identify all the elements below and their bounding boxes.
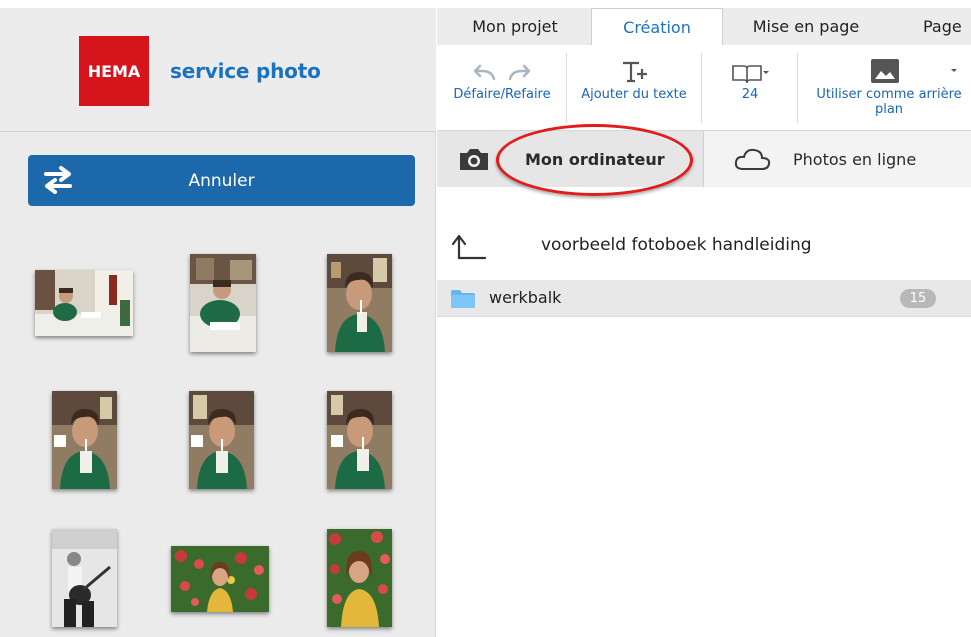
source-tab-computer[interactable]: Mon ordinateur bbox=[437, 131, 704, 187]
photo-man-drinking-icon bbox=[52, 391, 117, 489]
hema-logo: HEMA bbox=[79, 36, 149, 106]
photo-man-drinking-icon bbox=[189, 391, 254, 489]
add-text-label: Ajouter du texte bbox=[581, 87, 687, 102]
back-up-arrow-icon[interactable] bbox=[451, 232, 487, 260]
photo-woman-flowers-icon bbox=[327, 529, 392, 627]
photo-thumbnail-9[interactable] bbox=[327, 529, 392, 627]
photo-woman-flowers-icon bbox=[171, 546, 269, 612]
source-computer-label: Mon ordinateur bbox=[525, 149, 665, 169]
undo-redo-tool[interactable]: Défaire/Refaire bbox=[443, 45, 561, 131]
photo-thumbnail-2[interactable] bbox=[190, 254, 256, 352]
undo-redo-icon bbox=[473, 64, 531, 81]
source-tab-online[interactable]: Photos en ligne bbox=[707, 131, 971, 187]
folder-path-row: voorbeeld fotoboek handleiding bbox=[437, 210, 971, 278]
camera-icon bbox=[460, 149, 488, 170]
use-as-background-tool[interactable]: Utiliser comme arrière plan bbox=[797, 45, 971, 131]
tab-creation[interactable]: Création bbox=[591, 8, 723, 45]
brand-header: HEMA service photo bbox=[0, 8, 436, 132]
photo-man-reading-icon bbox=[190, 254, 256, 352]
top-cropped-text bbox=[0, 0, 971, 8]
left-panel: HEMA service photo Annuler bbox=[0, 8, 436, 637]
background-label: Utiliser comme arrière plan bbox=[816, 87, 962, 117]
photo-thumbnail-4[interactable] bbox=[52, 391, 117, 489]
folder-name: werkbalk bbox=[489, 288, 562, 307]
photo-thumbnail-3[interactable] bbox=[327, 254, 392, 352]
photo-guitar-bw-icon bbox=[52, 529, 117, 627]
cloud-icon bbox=[734, 148, 771, 170]
cancel-button[interactable]: Annuler bbox=[28, 155, 415, 206]
current-folder-name: voorbeeld fotoboek handleiding bbox=[541, 235, 812, 255]
tab-page[interactable]: Page bbox=[923, 8, 971, 45]
folder-row[interactable]: werkbalk 15 bbox=[437, 280, 971, 317]
photo-thumbnail-7[interactable] bbox=[52, 529, 117, 627]
swap-arrows-icon bbox=[44, 166, 72, 194]
photo-thumbnail-5[interactable] bbox=[189, 391, 254, 489]
photo-man-drinking-icon bbox=[327, 391, 392, 489]
photo-thumbnail-1[interactable] bbox=[35, 270, 133, 336]
toolbar: Défaire/Refaire Ajouter du texte 24 Util… bbox=[437, 45, 971, 131]
undo-redo-label: Défaire/Refaire bbox=[453, 87, 551, 102]
add-text-tool[interactable]: Ajouter du texte bbox=[570, 45, 698, 131]
folder-icon bbox=[451, 290, 475, 308]
pages-count-label: 24 bbox=[741, 87, 759, 102]
photo-thumbnail-8[interactable] bbox=[171, 546, 269, 612]
photo-thumbnail-6[interactable] bbox=[327, 391, 392, 489]
tab-mise-en-page[interactable]: Mise en page bbox=[737, 8, 875, 45]
cancel-label: Annuler bbox=[188, 170, 255, 191]
brand-name: service photo bbox=[170, 59, 321, 83]
add-text-icon bbox=[623, 61, 647, 83]
app-window: HEMA service photo Annuler Mon projet Cr… bbox=[0, 0, 971, 637]
main-tabs: Mon projet Création Mise en page Page bbox=[437, 8, 971, 45]
folder-count-badge: 15 bbox=[900, 289, 936, 308]
photo-man-table-icon bbox=[35, 270, 133, 336]
tab-mon-projet[interactable]: Mon projet bbox=[455, 8, 575, 45]
pages-tool[interactable]: 24 bbox=[705, 45, 795, 131]
toolbar-divider bbox=[566, 53, 567, 123]
toolbar-divider bbox=[701, 53, 702, 123]
source-online-label: Photos en ligne bbox=[793, 149, 917, 169]
photo-man-drinking-icon bbox=[327, 254, 392, 352]
book-dropdown-icon bbox=[732, 65, 769, 84]
photo-source-bar: Mon ordinateur Photos en ligne bbox=[437, 131, 971, 187]
background-image-icon bbox=[871, 59, 957, 83]
